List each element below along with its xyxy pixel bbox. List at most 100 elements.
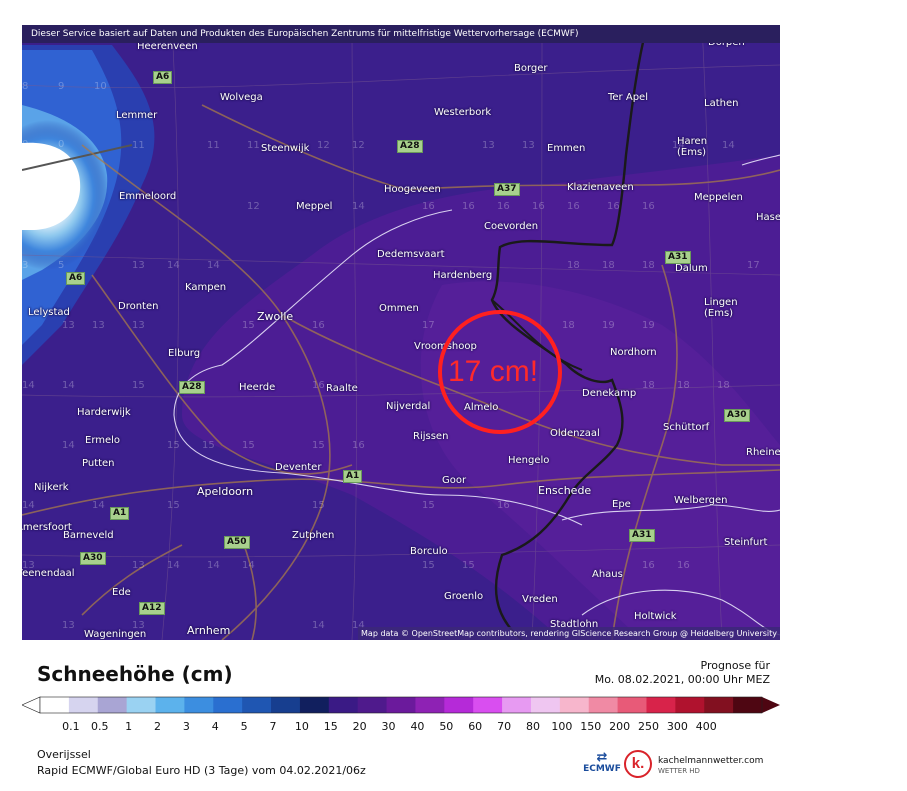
city-label: Vreden xyxy=(522,594,558,605)
city-label: Harderwijk xyxy=(77,407,131,418)
city-label: Epe xyxy=(612,499,631,510)
colorbar-swatch xyxy=(444,697,474,713)
city-label: Deventer xyxy=(275,462,322,473)
colorbar-tick-label: 50 xyxy=(439,720,454,733)
snow-depth-colorbar xyxy=(22,696,780,714)
colorbar-swatch xyxy=(97,697,128,713)
city-label: Lingen (Ems) xyxy=(704,297,738,319)
city-label: Meppelen xyxy=(694,192,743,203)
colorbar-tick-label: 100 xyxy=(551,720,573,733)
city-label: Rheine xyxy=(746,447,780,458)
colorbar-swatch xyxy=(588,697,619,713)
city-label: Raalte xyxy=(326,383,358,394)
colorbar-tick-label: 150 xyxy=(580,720,602,733)
city-label: Meppel xyxy=(296,201,333,212)
city-label: Nijkerk xyxy=(34,482,69,493)
colorbar-swatch xyxy=(271,697,301,713)
road-shield: A31 xyxy=(665,251,691,264)
city-label: Denekamp xyxy=(582,388,637,399)
colorbar-swatch xyxy=(213,697,243,713)
city-label: Lathen xyxy=(704,98,739,109)
city-label: Ede xyxy=(112,587,131,598)
city-label: Ermelo xyxy=(85,435,121,446)
colorbar-swatch xyxy=(328,697,359,713)
colorbar-swatch xyxy=(559,697,590,713)
city-label: Lemmer xyxy=(116,110,158,121)
city-label: Hardenberg xyxy=(433,270,493,281)
colorbar-swatch xyxy=(126,697,157,713)
city-label: Klazienaveen xyxy=(567,182,634,193)
ecmwf-label: ECMWF xyxy=(583,764,621,774)
colorbar-swatch xyxy=(646,697,676,713)
road-shield: A28 xyxy=(179,381,205,394)
city-label: Kampen xyxy=(185,282,227,293)
city-label: Dalum xyxy=(675,263,708,274)
city-label: Dronten xyxy=(118,301,159,312)
colorbar-swatch xyxy=(184,697,214,713)
city-label: Borger xyxy=(514,63,548,74)
colorbar-tick-label: 20 xyxy=(352,720,367,733)
city-label: Nijverdal xyxy=(386,401,431,412)
colorbar-tick-label: 300 xyxy=(666,720,688,733)
city-label: Apeldoorn xyxy=(197,485,254,498)
forecast-label: Prognose für xyxy=(700,659,771,672)
city-label: Ommen xyxy=(379,303,419,314)
city-label: Nordhorn xyxy=(610,347,657,358)
ecmwf-logo: ⇄ ECMWF xyxy=(582,751,622,774)
colorbar-ticks: 0.1 0.5 1 2 3 4 5 7 10 15 20 30 40 50 60 70 80 100 150 200 2… xyxy=(22,720,780,734)
colorbar-swatch xyxy=(68,697,99,713)
colorbar-tick-label: 0.5 xyxy=(91,720,109,733)
city-label: Steenwijk xyxy=(261,143,310,154)
colorbar-swatch xyxy=(40,697,70,713)
city-label: Lelystad xyxy=(28,307,70,318)
colorbar-tick-label: 15 xyxy=(323,720,338,733)
colorbar-tick-label: 60 xyxy=(468,720,483,733)
forecast-map[interactable]: 8 9 10 0 0 0 0 3 5 13 14 14 11 11 11 12 … xyxy=(22,25,780,640)
colorbar-swatch xyxy=(617,697,647,713)
city-label: Oldenzaal xyxy=(550,428,600,439)
city-label: Veenendaal xyxy=(22,568,75,579)
colorbar-tick-label: 3 xyxy=(182,720,190,733)
colorbar-max-arrow xyxy=(762,697,780,713)
city-label: Zwolle xyxy=(257,310,294,323)
kachelmann-logo-icon[interactable]: k. xyxy=(624,750,652,778)
colorbar-swatch xyxy=(357,697,388,713)
map-attribution: Map data © OpenStreetMap contributors, r… xyxy=(358,627,780,640)
region-name: Overijssel xyxy=(37,748,91,761)
colorbar-min-arrow xyxy=(22,696,41,714)
colorbar-tick-label: 4 xyxy=(211,720,219,733)
colorbar-swatch xyxy=(155,697,185,713)
city-label: Ter Apel xyxy=(608,92,648,103)
colorbar-tick-label: 200 xyxy=(609,720,631,733)
forecast-time: Mo. 08.02.2021, 00:00 Uhr MEZ xyxy=(594,673,770,686)
kachelmann-name: kachelmannwetter.com xyxy=(658,756,764,766)
kachelmann-brand[interactable]: kachelmannwetter.com WETTER HD xyxy=(658,756,763,776)
city-label: Holtwick xyxy=(634,611,677,622)
colorbar-tick-label: 70 xyxy=(497,720,512,733)
colorbar-tick-label: 250 xyxy=(637,720,659,733)
kachelmann-sub: WETTER HD xyxy=(658,767,700,775)
colorbar-tick-label: 40 xyxy=(410,720,425,733)
colorbar-tick-label: 1 xyxy=(125,720,133,733)
colorbar-swatch xyxy=(473,697,503,713)
road-shield: A31 xyxy=(629,529,655,542)
colorbar-tick-label: 30 xyxy=(381,720,396,733)
city-label: Hase xyxy=(756,212,780,223)
snow-callout: 17 cm! xyxy=(448,355,539,388)
city-label: Hengelo xyxy=(508,455,550,466)
city-label: Dedemsvaart xyxy=(377,249,445,260)
colorbar-tick-label: 2 xyxy=(154,720,162,733)
road-shield: A12 xyxy=(139,602,165,615)
colorbar-swatch xyxy=(299,697,330,713)
colorbar-tick-label: 7 xyxy=(269,720,277,733)
city-label: Emmen xyxy=(547,143,586,154)
city-label: Amersfoort xyxy=(22,522,72,533)
colorbar-tick-label: 0.1 xyxy=(62,720,80,733)
colorbar-swatch xyxy=(242,697,272,713)
colorbar-swatch xyxy=(704,697,734,713)
city-label: Groenlo xyxy=(444,591,484,602)
city-label: Ahaus xyxy=(592,569,623,580)
city-label: Putten xyxy=(82,458,115,469)
city-label: Welbergen xyxy=(674,495,728,506)
city-label: Wolvega xyxy=(220,92,263,103)
